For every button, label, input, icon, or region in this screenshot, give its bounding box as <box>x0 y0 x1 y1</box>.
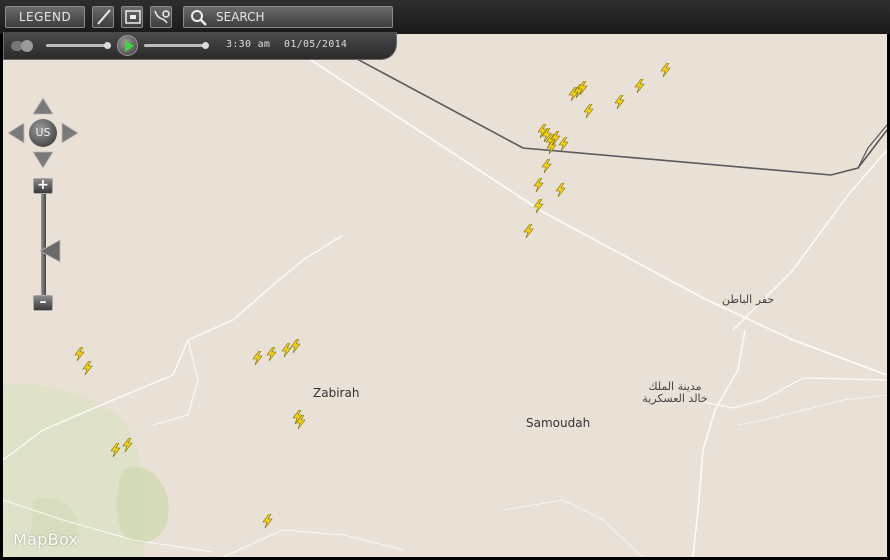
route-pin-icon <box>154 10 170 24</box>
lightning-strike-icon[interactable] <box>110 443 121 457</box>
lightning-strike-icon[interactable] <box>122 438 133 452</box>
place-label-zabirah: Zabirah <box>313 386 360 400</box>
lightning-strike-icon[interactable] <box>583 104 594 118</box>
lightning-strike-icon[interactable] <box>614 95 625 109</box>
pan-right-icon[interactable] <box>61 122 78 144</box>
lightning-strike-icon[interactable] <box>252 351 263 365</box>
search-label: SEARCH <box>216 10 265 24</box>
timeline-slider-track[interactable] <box>144 44 206 47</box>
lightning-strike-icon[interactable] <box>295 415 306 429</box>
lightning-strike-icon[interactable] <box>82 361 93 375</box>
speed-slider-track[interactable] <box>46 44 108 47</box>
playback-bar: 3:30 am 01/05/2014 <box>3 32 397 60</box>
zoom-slider-handle[interactable] <box>38 238 62 264</box>
zoom-out-button[interactable]: – <box>33 295 53 311</box>
top-toolbar: LEGEND SEARCH <box>0 0 890 34</box>
lightning-strike-icon[interactable] <box>634 79 645 93</box>
lightning-strike-icon[interactable] <box>74 347 85 361</box>
draw-tool-button[interactable] <box>92 6 114 28</box>
lightning-strike-icon[interactable] <box>555 183 566 197</box>
region-button[interactable]: US <box>29 119 57 147</box>
pan-left-icon[interactable] <box>8 122 25 144</box>
lightning-strike-icon[interactable] <box>266 347 277 361</box>
zoom-in-button[interactable]: + <box>33 178 53 194</box>
magnifier-icon <box>191 10 207 26</box>
pan-up-icon[interactable] <box>32 98 54 115</box>
map-application: Zabirah Samoudah حفر الباطن مدينة الملك … <box>0 0 890 560</box>
lightning-strike-icon[interactable] <box>533 178 544 192</box>
mapbox-attribution[interactable]: MapBox <box>13 530 78 549</box>
place-label-hafar-al-batin: حفر الباطن <box>722 293 775 306</box>
lightning-strike-icon[interactable] <box>523 224 534 238</box>
map-canvas[interactable]: Zabirah Samoudah حفر الباطن مدينة الملك … <box>3 30 887 557</box>
lightning-strike-icon[interactable] <box>546 140 557 154</box>
route-tool-button[interactable] <box>150 6 172 28</box>
lightning-strike-icon[interactable] <box>533 199 544 213</box>
timeline-slider-handle[interactable] <box>202 42 209 49</box>
lightning-strike-icon[interactable] <box>262 514 273 528</box>
speed-slider-handle[interactable] <box>104 42 111 49</box>
playback-date: 01/05/2014 <box>284 39 348 50</box>
legend-button[interactable]: LEGEND <box>5 6 85 28</box>
lightning-strike-icon[interactable] <box>541 159 552 173</box>
rectangle-icon <box>125 10 141 24</box>
place-label-samoudah: Samoudah <box>526 416 591 430</box>
pan-control: US <box>8 98 78 168</box>
lightning-strike-icon[interactable] <box>660 63 671 77</box>
place-label-king-khalid-military-city: مدينة الملك خالد العسكرية <box>642 380 708 405</box>
lightning-strike-icon[interactable] <box>577 81 588 95</box>
pencil-icon <box>97 9 111 25</box>
toggle-knob <box>21 40 33 52</box>
play-button[interactable] <box>117 35 138 56</box>
lightning-strike-icon[interactable] <box>290 339 301 353</box>
search-button[interactable]: SEARCH <box>183 6 393 28</box>
box-select-tool-button[interactable] <box>121 6 143 28</box>
playback-time: 3:30 am <box>226 39 271 50</box>
lightning-strike-icon[interactable] <box>558 137 569 151</box>
pan-down-icon[interactable] <box>32 151 54 168</box>
